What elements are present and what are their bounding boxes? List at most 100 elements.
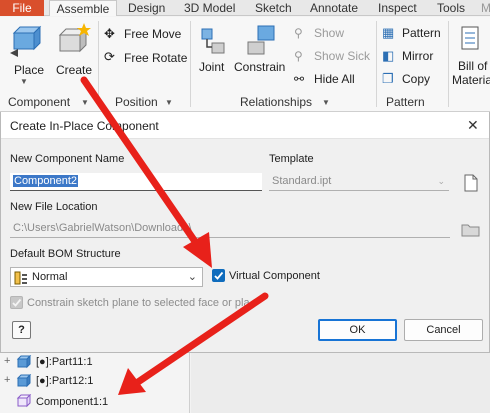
tab-more[interactable]: M [481, 0, 490, 16]
ribbon-tab-bar: File Assemble Design 3D Model Sketch Ann… [0, 0, 490, 16]
hide-all-label: Hide All [314, 72, 355, 86]
checkmark-icon [12, 298, 22, 307]
bill-of-materials-icon [461, 26, 479, 50]
show-sick-button[interactable]: ⚲ Show Sick [294, 48, 370, 66]
constrain-label: Constrain [234, 60, 286, 74]
template-select[interactable]: Standard.ipt ⌄ [269, 173, 449, 191]
joint-button[interactable]: Joint [196, 23, 230, 79]
group-label-position: Position [115, 95, 158, 109]
copy-label: Copy [402, 72, 431, 86]
bom-normal-icon [14, 271, 27, 285]
copy-button[interactable]: ❐ Copy [382, 71, 448, 89]
component-name-field[interactable]: Component2 [10, 173, 262, 191]
show-sick-label: Show Sick [314, 49, 371, 63]
place-label: Place [14, 63, 45, 77]
virtual-component-checkbox[interactable] [212, 269, 225, 282]
close-icon[interactable]: ✕ [467, 117, 479, 134]
create-button[interactable]: Create [54, 23, 94, 81]
group-expand-icon[interactable]: ▼ [81, 98, 89, 107]
place-icon [10, 25, 42, 57]
tab-design[interactable]: Design [128, 0, 165, 16]
bom-structure-label: Default BOM Structure [10, 248, 121, 260]
hide-all-button[interactable]: ⚯ Hide All [294, 71, 364, 89]
place-button[interactable]: Place ▼ [8, 23, 45, 86]
create-component-icon [58, 23, 91, 53]
show-icon: ⚲ [294, 26, 303, 40]
mirror-button[interactable]: ◧ Mirror [382, 48, 448, 66]
mirror-icon: ◧ [382, 48, 395, 63]
file-location-value: C:\Users\GabrielWatson\Downloads\ [13, 222, 192, 234]
group-expand-icon[interactable]: ▼ [165, 98, 173, 107]
part-icon [16, 374, 32, 388]
dialog-title: Create In-Place Component [10, 119, 159, 133]
virtual-component-label: Virtual Component [229, 270, 320, 282]
tab-inspect[interactable]: Inspect [378, 0, 417, 16]
copy-icon: ❐ [382, 71, 394, 86]
tab-annotate[interactable]: Annotate [310, 0, 358, 16]
ribbon-separator [376, 21, 377, 107]
free-rotate-label: Free Rotate [124, 51, 188, 65]
folder-icon [461, 224, 480, 237]
ribbon-separator [98, 21, 99, 107]
bill-of-materials-label-1: Bill of [458, 59, 488, 73]
component-name-label: New Component Name [10, 153, 125, 165]
tab-file[interactable]: File [0, 0, 44, 16]
constrain-sketch-plane-checkbox[interactable] [10, 296, 23, 309]
mirror-label: Mirror [402, 49, 434, 63]
joint-icon [201, 28, 225, 54]
tree-item-part11[interactable]: [●]:Part11:1 [36, 356, 93, 368]
ribbon-separator [448, 21, 449, 107]
group-expand-icon[interactable]: ▼ [322, 98, 330, 107]
create-in-place-component-dialog: Create In-Place Component ✕ New Componen… [0, 112, 490, 353]
template-browse-button[interactable] [462, 173, 480, 193]
pattern-label: Pattern [402, 26, 441, 40]
tab-assemble[interactable]: Assemble [49, 0, 117, 16]
help-icon: ? [18, 324, 25, 336]
model-browser: + [●]:Part11:1 + [●]:Part12:1 Component1… [0, 353, 190, 413]
rotate-icon: ⟳ [104, 49, 115, 64]
tab-tools[interactable]: Tools [437, 0, 465, 16]
hide-all-icon: ⚯ [294, 72, 305, 86]
bom-structure-value: Normal [32, 271, 68, 283]
part-icon [16, 355, 32, 369]
chevron-down-icon: ⌄ [187, 271, 197, 283]
free-rotate-button[interactable]: ⟳ Free Rotate [104, 49, 188, 67]
constrain-button[interactable]: Constrain [234, 23, 286, 79]
bill-of-materials-button[interactable]: Bill of Materia [452, 23, 490, 93]
tree-item-component1[interactable]: Component1:1 [36, 396, 108, 408]
pattern-button[interactable]: ▦ Pattern [382, 25, 448, 43]
virtual-component-icon [16, 394, 32, 408]
show-button[interactable]: ⚲ Show [294, 25, 364, 43]
file-location-browse-button[interactable] [460, 220, 482, 240]
group-label-pattern: Pattern [386, 95, 425, 109]
ribbon-panel: Place ▼ Create ✥ Free Move ⟳ Free Rotate… [0, 17, 490, 112]
show-sick-icon: ⚲ [294, 49, 303, 63]
help-button[interactable]: ? [12, 321, 31, 339]
tree-item-part12[interactable]: [●]:Part12:1 [36, 375, 93, 387]
ok-button[interactable]: OK [318, 319, 397, 341]
free-move-label: Free Move [124, 27, 182, 41]
file-location-label: New File Location [10, 201, 98, 213]
move-icon: ✥ [104, 26, 115, 41]
cancel-button[interactable]: Cancel [404, 319, 483, 341]
graphics-canvas[interactable] [191, 353, 490, 413]
show-label: Show [314, 26, 345, 40]
expand-plus-icon[interactable]: + [4, 355, 10, 367]
bom-structure-select[interactable]: Normal ⌄ [10, 267, 203, 287]
chevron-down-icon: ⌄ [437, 176, 445, 186]
ribbon-separator [190, 21, 191, 107]
constrain-sketch-plane-label-clip: Constrain sketch plane to selected face … [27, 297, 250, 311]
tab-sketch[interactable]: Sketch [255, 0, 292, 16]
group-label-relationships: Relationships [240, 95, 313, 109]
constrain-icon [247, 25, 275, 55]
expand-plus-icon[interactable]: + [4, 374, 10, 386]
document-icon [464, 174, 478, 192]
free-move-button[interactable]: ✥ Free Move [104, 25, 184, 43]
joint-label: Joint [199, 60, 225, 74]
dialog-title-bar: Create In-Place Component ✕ [1, 112, 489, 139]
constrain-sketch-plane-label: Constrain sketch plane to selected face … [27, 297, 250, 309]
file-location-field[interactable]: C:\Users\GabrielWatson\Downloads\ [10, 220, 450, 238]
template-label: Template [269, 153, 314, 165]
tab-3d-model[interactable]: 3D Model [184, 0, 235, 16]
pattern-icon: ▦ [382, 25, 395, 40]
